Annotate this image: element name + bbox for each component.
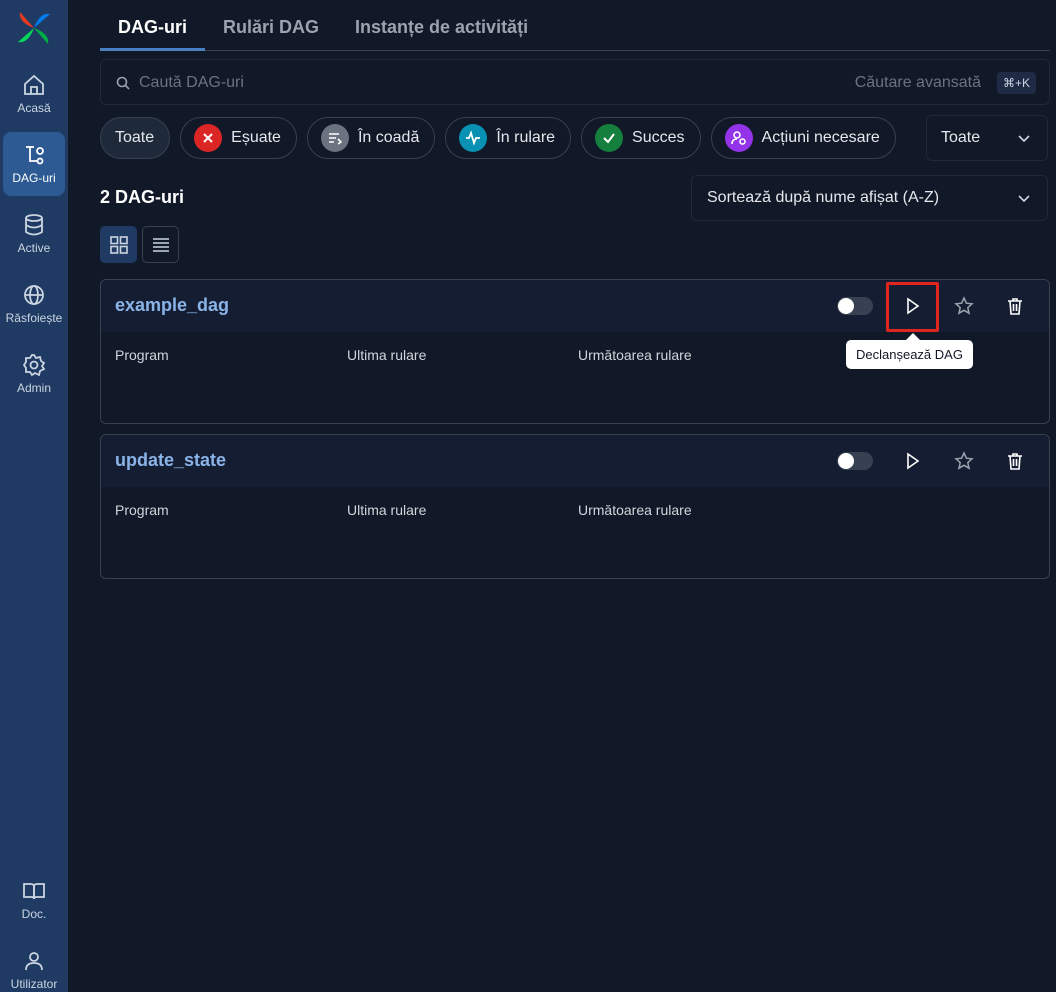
sidebar-item-browse[interactable]: Răsfoiește bbox=[3, 272, 65, 336]
status-filters: Toate Eșuate În coadă În rulare Succes A… bbox=[100, 117, 906, 159]
grid-icon bbox=[109, 235, 128, 254]
last-run-label: Ultima rulare bbox=[347, 347, 427, 363]
delete-dag-button[interactable] bbox=[1003, 449, 1027, 473]
dag-name-link[interactable]: example_dag bbox=[115, 295, 229, 316]
search-icon bbox=[116, 76, 130, 90]
favorite-button[interactable] bbox=[952, 449, 976, 473]
sidebar-item-label: Admin bbox=[16, 381, 51, 395]
filter-label: Acțiuni necesare bbox=[761, 129, 880, 146]
sidebar: Acasă DAG-uri Active Răsfoiește Admin Do… bbox=[0, 0, 68, 992]
filter-success[interactable]: Succes bbox=[581, 117, 701, 159]
filter-label: Eșuate bbox=[231, 129, 281, 146]
chevron-down-icon bbox=[1018, 195, 1030, 203]
sort-select-value: Sortează după nume afișat (A-Z) bbox=[707, 189, 940, 206]
sidebar-item-label: Doc. bbox=[21, 907, 47, 921]
dag-count: 2 DAG-uri bbox=[100, 187, 185, 207]
delete-dag-button[interactable] bbox=[1003, 294, 1027, 318]
filter-label: Succes bbox=[632, 129, 685, 146]
sidebar-item-label: DAG-uri bbox=[12, 171, 56, 185]
filter-label: În coadă bbox=[357, 129, 420, 146]
sidebar-item-docs[interactable]: Doc. bbox=[3, 868, 65, 932]
toggle-knob bbox=[838, 298, 854, 314]
filter-running[interactable]: În rulare bbox=[445, 117, 572, 159]
user-icon bbox=[25, 952, 43, 971]
list-view-button[interactable] bbox=[142, 226, 179, 263]
card-view-button[interactable] bbox=[100, 226, 137, 263]
tab-dag-runs[interactable]: Rulări DAG bbox=[205, 0, 337, 51]
dag-pause-toggle[interactable] bbox=[837, 452, 873, 470]
filter-all[interactable]: Toate bbox=[100, 117, 171, 159]
sidebar-item-label: Răsfoiește bbox=[5, 311, 63, 325]
filter-queued[interactable]: În coadă bbox=[306, 117, 436, 159]
schedule-label: Program bbox=[115, 347, 169, 363]
activity-icon bbox=[459, 124, 488, 152]
dag-icon bbox=[26, 146, 44, 165]
favorite-button[interactable] bbox=[952, 294, 976, 318]
sidebar-item-label: Utilizator bbox=[10, 977, 58, 991]
trash-icon bbox=[1008, 453, 1022, 470]
tooltip-arrow bbox=[906, 333, 920, 340]
next-run-label: Următoarea rulare bbox=[578, 347, 692, 363]
sidebar-item-home[interactable]: Acasă bbox=[3, 62, 65, 126]
trigger-dag-button[interactable] bbox=[900, 449, 924, 473]
sort-select[interactable]: Sortează după nume afișat (A-Z) bbox=[691, 175, 1048, 221]
queue-icon bbox=[320, 124, 349, 152]
globe-icon bbox=[24, 285, 44, 305]
play-icon bbox=[907, 452, 920, 470]
gear-icon bbox=[22, 354, 46, 377]
home-icon bbox=[24, 74, 44, 95]
dag-card: update_state Program Ultima rulare Următ… bbox=[100, 434, 1050, 579]
filter-failed[interactable]: Eșuate bbox=[180, 117, 297, 159]
check-icon bbox=[595, 124, 624, 152]
state-select-value: Toate bbox=[941, 129, 981, 146]
search-input[interactable] bbox=[139, 68, 739, 98]
chevron-down-icon bbox=[1018, 135, 1030, 143]
airflow-logo[interactable] bbox=[14, 8, 54, 48]
main-tabs: DAG-uri Rulări DAG Instanțe de activităț… bbox=[100, 0, 1050, 51]
tab-dags[interactable]: DAG-uri bbox=[100, 0, 205, 51]
keyboard-shortcut-badge: ⌘+K bbox=[996, 72, 1036, 94]
trigger-dag-tooltip: Declanșează DAG bbox=[846, 340, 973, 369]
sidebar-item-dags[interactable]: DAG-uri bbox=[3, 132, 65, 196]
star-icon bbox=[954, 451, 974, 470]
last-run-label: Ultima rulare bbox=[347, 502, 427, 518]
dag-name-link[interactable]: update_state bbox=[115, 450, 226, 471]
dag-pause-toggle[interactable] bbox=[837, 297, 873, 315]
sidebar-item-label: Active bbox=[17, 241, 51, 255]
list-icon bbox=[152, 237, 169, 252]
toggle-knob bbox=[838, 453, 854, 469]
dag-card-header: update_state bbox=[101, 435, 1049, 487]
trash-icon bbox=[1008, 298, 1022, 315]
user-action-icon bbox=[724, 124, 753, 152]
sidebar-item-assets[interactable]: Active bbox=[3, 202, 65, 266]
book-icon bbox=[23, 883, 45, 900]
database-icon bbox=[25, 214, 43, 236]
filter-action-required[interactable]: Acțiuni necesare bbox=[710, 117, 896, 159]
star-icon bbox=[954, 296, 974, 315]
schedule-label: Program bbox=[115, 502, 169, 518]
state-select[interactable]: Toate bbox=[926, 115, 1048, 161]
sidebar-item-user[interactable]: Utilizator bbox=[3, 938, 65, 992]
next-run-label: Următoarea rulare bbox=[578, 502, 692, 518]
advanced-search-link[interactable]: Căutare avansată bbox=[855, 74, 981, 92]
sidebar-item-label: Acasă bbox=[17, 101, 51, 115]
trigger-button-highlight bbox=[886, 282, 939, 332]
tab-task-instances[interactable]: Instanțe de activități bbox=[337, 0, 546, 51]
close-icon bbox=[194, 124, 223, 152]
filter-label: În rulare bbox=[496, 129, 556, 146]
filter-label: Toate bbox=[115, 129, 155, 146]
search-bar: Căutare avansată ⌘+K bbox=[100, 59, 1050, 105]
sidebar-item-admin[interactable]: Admin bbox=[3, 342, 65, 406]
